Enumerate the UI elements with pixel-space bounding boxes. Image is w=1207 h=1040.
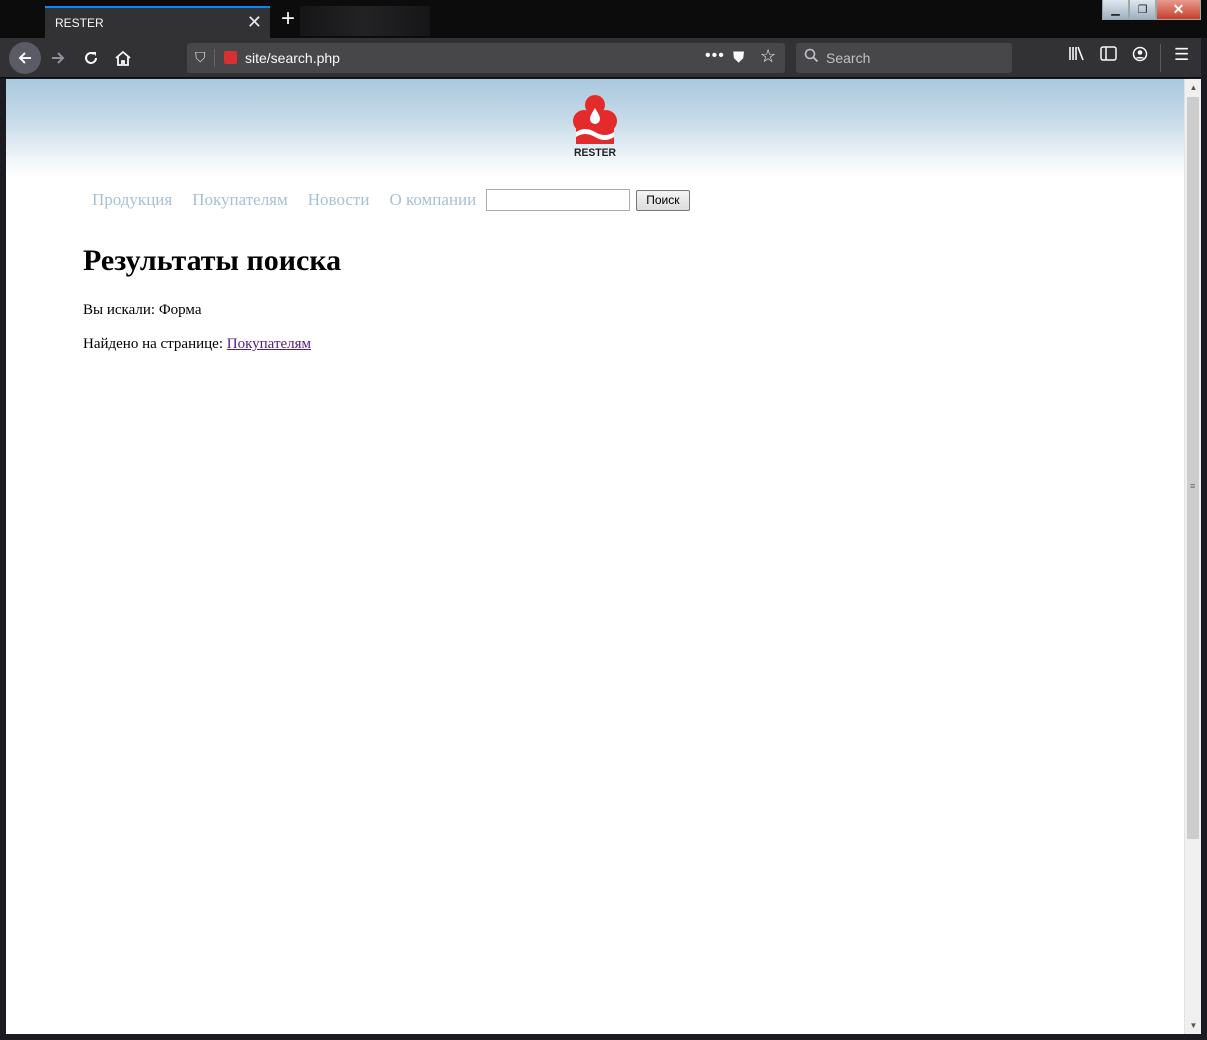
scrollbar-thumb[interactable]: ≡ [1187, 97, 1199, 839]
site-header: RESTER [6, 79, 1184, 177]
navigation-toolbar: ⛉ site/search.php ••• ⛊ ☆ Search ☰ [0, 38, 1207, 78]
address-bar[interactable]: ⛉ site/search.php ••• ⛊ ☆ [187, 43, 785, 73]
minimize-button[interactable]: ▁ [1102, 0, 1129, 20]
found-label: Найдено на странице: [83, 336, 223, 352]
nav-item-products[interactable]: Продукция [92, 190, 172, 210]
new-tab-button[interactable]: + [276, 7, 300, 31]
found-line: Найдено на странице: Покупателям [83, 335, 341, 353]
back-icon[interactable] [9, 42, 41, 74]
nav-item-customers[interactable]: Покупателям [192, 190, 288, 210]
blurred-region [300, 6, 430, 36]
query-label: Вы искали: [83, 302, 156, 318]
scroll-down-icon[interactable]: ▼ [1185, 1017, 1202, 1034]
library-icon[interactable] [1068, 46, 1085, 65]
query-value: Форма [158, 302, 202, 318]
found-page-link[interactable]: Покупателям [227, 336, 311, 352]
grip-icon: ≡ [1190, 481, 1196, 491]
menu-icon[interactable]: ☰ [1174, 45, 1189, 65]
tab-rester[interactable]: RESTER ✕ [45, 6, 270, 38]
nav-item-about[interactable]: О компании [389, 190, 476, 210]
url-separator [214, 49, 215, 67]
site-navigation: Продукция Покупателям Новости О компании… [92, 188, 690, 212]
pocket-icon[interactable]: ⛊ [733, 49, 744, 66]
site-favicon-icon [224, 51, 237, 64]
home-icon[interactable] [107, 42, 139, 74]
forward-icon[interactable] [42, 42, 74, 74]
window-frame-left [0, 78, 6, 1040]
maximize-button[interactable]: ❐ [1129, 0, 1156, 20]
toolbar-separator [1160, 44, 1161, 72]
rester-logo[interactable]: RESTER [572, 88, 618, 160]
title-bar: RESTER ✕ + ▁ ❐ ✕ [0, 0, 1207, 38]
vertical-scrollbar[interactable]: ▲ ≡ ▼ [1184, 79, 1201, 1034]
window-frame-bottom [0, 1034, 1207, 1040]
window-frame-right [1201, 38, 1207, 1040]
sidebar-icon[interactable] [1100, 46, 1117, 65]
account-icon[interactable] [1132, 46, 1148, 66]
scroll-up-icon[interactable]: ▲ [1185, 79, 1202, 96]
reload-icon[interactable] [75, 42, 107, 74]
close-window-button[interactable]: ✕ [1156, 0, 1201, 20]
page-title: Результаты поиска [83, 244, 342, 277]
site-search-button[interactable]: Поиск [636, 189, 690, 211]
tab-close-icon[interactable]: ✕ [247, 12, 262, 32]
logo-text: RESTER [574, 147, 616, 159]
page-actions-icon[interactable]: ••• [705, 47, 725, 65]
search-placeholder: Search [826, 50, 871, 66]
window-controls: ▁ ❐ ✕ [1102, 0, 1201, 20]
search-icon [804, 48, 819, 67]
search-results: Результаты поиска Вы искали: Форма Найде… [83, 243, 341, 353]
browser-search-input[interactable]: Search [796, 43, 1012, 73]
query-line: Вы искали: Форма [83, 301, 341, 319]
site-search-input[interactable] [486, 189, 631, 211]
bookmark-star-icon[interactable]: ☆ [760, 46, 776, 67]
nav-item-news[interactable]: Новости [308, 190, 370, 210]
url-text[interactable]: site/search.php [245, 50, 340, 66]
shield-icon[interactable]: ⛉ [195, 49, 206, 66]
page-viewport: RESTER Продукция Покупателям Новости О к… [6, 79, 1184, 1034]
tab-title: RESTER [55, 16, 104, 30]
